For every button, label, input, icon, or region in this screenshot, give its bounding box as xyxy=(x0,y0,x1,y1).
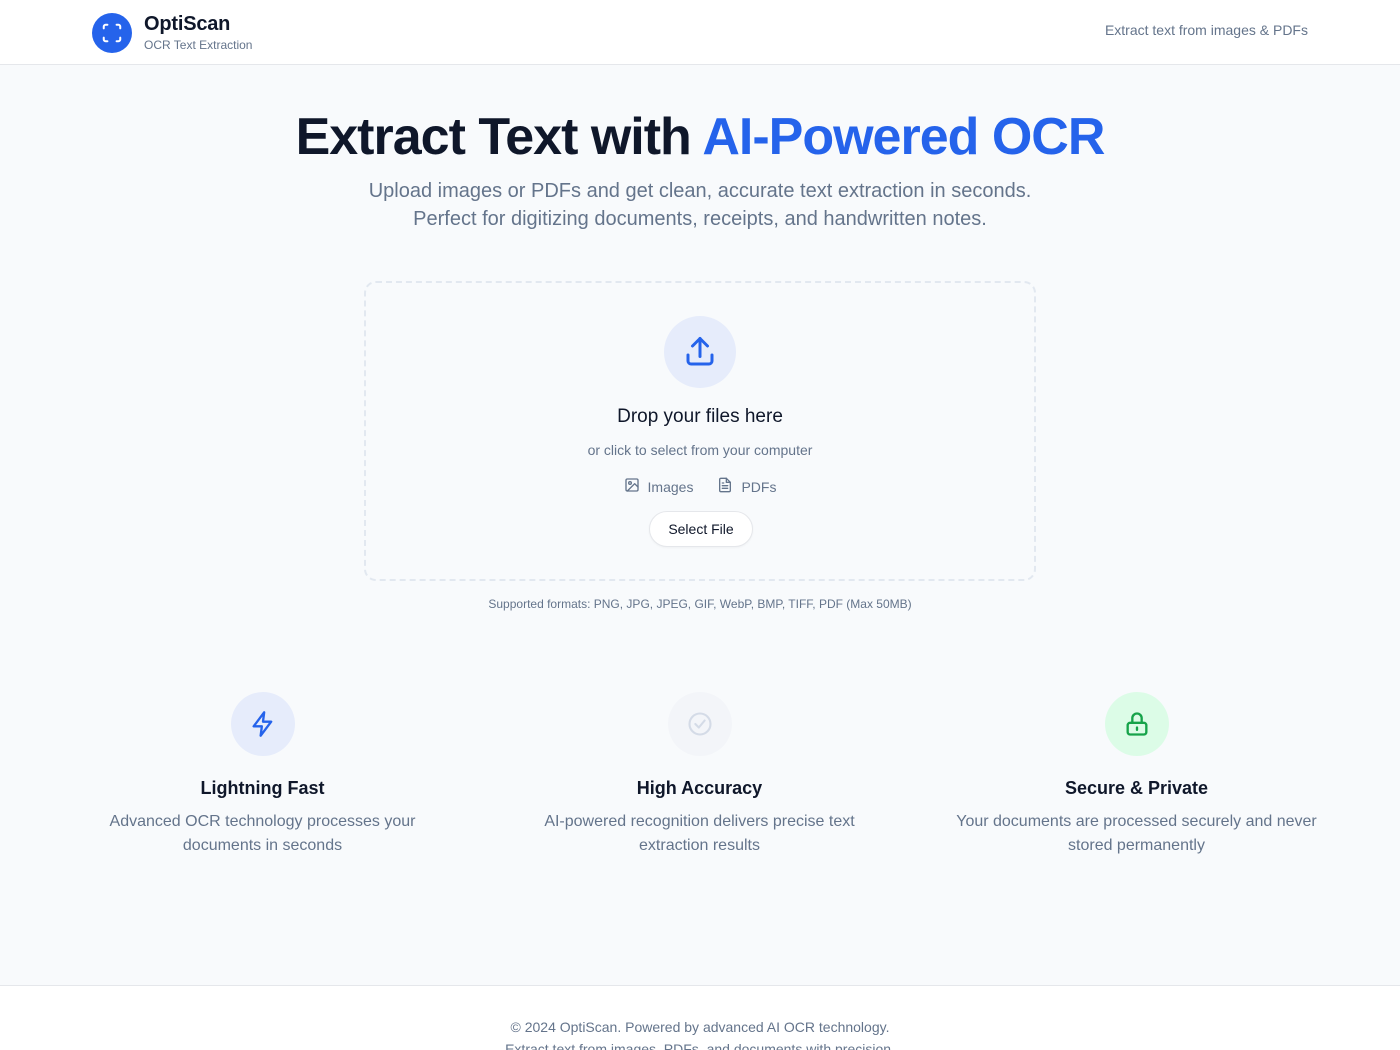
file-type-label: Images xyxy=(647,479,694,495)
feature-secure-private: Secure & Private Your documents are proc… xyxy=(918,692,1355,858)
footer-copyright: © 2024 OptiScan. Powered by advanced AI … xyxy=(510,1019,890,1035)
feature-title: Lightning Fast xyxy=(200,778,325,798)
dropzone-title: Drop your files here xyxy=(617,406,783,427)
header-tagline: Extract text from images & PDFs xyxy=(1104,22,1308,38)
feature-description-line: stored permanently xyxy=(1068,837,1205,854)
check-circle-icon xyxy=(667,692,732,756)
lightning-icon xyxy=(230,692,295,756)
scan-frame-icon xyxy=(92,12,132,53)
hero-title: Extract Text with AI-Powered OCR xyxy=(0,106,1400,168)
footer-tagline: Extract text from images, PDFs, and docu… xyxy=(505,1041,895,1050)
feature-description-line: extraction results xyxy=(639,837,760,854)
app-footer: © 2024 OptiScan. Powered by advanced AI … xyxy=(0,985,1400,1050)
feature-description: Your documents are processed securely an… xyxy=(918,810,1355,858)
feature-description: Advanced OCR technology processes your d… xyxy=(44,810,481,858)
feature-description-line: documents in seconds xyxy=(182,837,343,854)
feature-description-line: AI-powered recognition delivers precise … xyxy=(544,813,855,830)
feature-description: AI-powered recognition delivers precise … xyxy=(481,810,918,858)
file-type-pdfs: PDFs xyxy=(717,477,776,497)
dropzone-subtitle: or click to select from your computer xyxy=(587,442,813,458)
hero-subtitle-line-1: Upload images or PDFs and get clean, acc… xyxy=(368,180,1032,202)
hero-subtitle-line-2: Perfect for digitizing documents, receip… xyxy=(413,208,987,230)
feature-title: Secure & Private xyxy=(1064,778,1209,798)
hero-title-accent: AI-Powered OCR xyxy=(702,108,1105,166)
feature-description-line: Advanced OCR technology processes your xyxy=(109,813,416,830)
file-type-label: PDFs xyxy=(741,479,777,495)
image-icon xyxy=(624,477,640,497)
hero-title-plain: Extract Text with xyxy=(295,108,703,166)
feature-lightning-fast: Lightning Fast Advanced OCR technology p… xyxy=(44,692,481,858)
supported-formats-note: Supported formats: PNG, JPG, JPEG, GIF, … xyxy=(488,597,912,611)
feature-high-accuracy: High Accuracy AI-powered recognition del… xyxy=(481,692,918,858)
file-type-images: Images xyxy=(624,477,694,497)
feature-description-line: Your documents are processed securely an… xyxy=(956,813,1317,830)
select-file-button[interactable]: Select File xyxy=(649,511,753,547)
brand[interactable]: OptiScan OCR Text Extraction xyxy=(92,12,252,53)
lock-icon xyxy=(1104,692,1169,756)
brand-subtitle: OCR Text Extraction xyxy=(144,38,253,52)
app-header: OptiScan OCR Text Extraction Extract tex… xyxy=(0,0,1400,65)
file-dropzone[interactable]: Drop your files here or click to select … xyxy=(364,281,1036,581)
upload-icon xyxy=(664,316,736,388)
document-icon xyxy=(717,477,733,497)
hero-subtitle: Upload images or PDFs and get clean, acc… xyxy=(0,177,1400,233)
brand-name: OptiScan xyxy=(144,13,231,35)
file-types: Images PDFs xyxy=(366,477,1034,497)
feature-title: High Accuracy xyxy=(636,778,763,798)
